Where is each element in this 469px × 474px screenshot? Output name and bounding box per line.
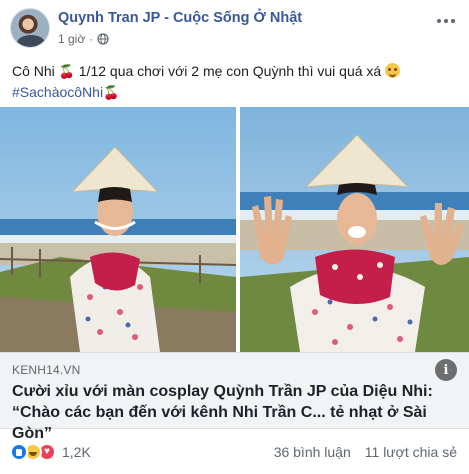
engagement-stats: 36 bình luận 11 lượt chia sẻ [274, 444, 457, 460]
smiling-face-hearts-icon [385, 63, 401, 78]
post-header: Quynh Tran JP - Cuộc Sống Ở Nhật 1 giờ · [0, 0, 469, 56]
globe-icon [97, 33, 109, 45]
link-title[interactable]: Cười xỉu với màn cosplay Quỳnh Trần JP c… [12, 381, 462, 444]
like-icon [10, 443, 28, 461]
cherry-icon: 🍒 [103, 85, 120, 100]
link-domain: KENH14.VN [12, 363, 81, 377]
post-line-1: Cô Nhi 🍒 1/12 qua chơi với 2 mẹ con Quỳn… [12, 61, 462, 82]
hashtag-link[interactable]: #SachàocôNhi [12, 84, 103, 100]
post-footer: 1,2K 36 bình luận 11 lượt chia sẻ [0, 440, 469, 466]
photo-right[interactable] [240, 107, 469, 352]
page-name-link[interactable]: Quynh Tran JP - Cuộc Sống Ở Nhật [58, 10, 302, 26]
page-avatar[interactable] [10, 8, 50, 48]
shares-count[interactable]: 11 lượt chia sẻ [365, 444, 457, 460]
info-icon[interactable]: i [435, 359, 457, 381]
photo-left[interactable] [0, 107, 236, 352]
photo-left-image [0, 107, 236, 352]
meta-separator: · [89, 32, 94, 46]
cherry-icon: 🍒 [58, 64, 75, 79]
link-preview[interactable]: i KENH14.VN Cười xỉu với màn cosplay Quỳ… [0, 352, 469, 442]
comments-count[interactable]: 36 bình luận [274, 444, 351, 460]
post-message: Cô Nhi 🍒 1/12 qua chơi với 2 mẹ con Quỳn… [12, 61, 462, 103]
reactions-summary[interactable]: 1,2K [10, 443, 91, 461]
post-line-2: #SachàocôNhi🍒 [12, 82, 462, 103]
more-options-icon[interactable] [435, 14, 457, 28]
reaction-count[interactable]: 1,2K [62, 444, 91, 460]
photo-right-image [240, 107, 469, 352]
post-media[interactable] [0, 107, 469, 352]
post-time[interactable]: 1 giờ [58, 32, 85, 46]
post-meta: 1 giờ · [58, 32, 109, 46]
